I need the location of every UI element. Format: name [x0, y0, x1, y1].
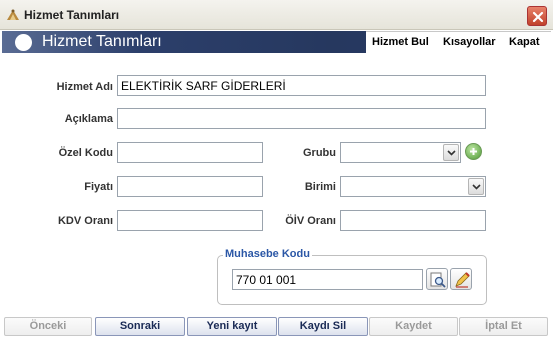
yeni-kayit-button[interactable]: Yeni kayıt [187, 317, 277, 336]
service-form: Hizmet Adı ELEKTİRİK SARF GİDERLERİ Açık… [2, 53, 551, 315]
ozel-kodu-field[interactable] [117, 142, 263, 163]
muhasebe-search-button[interactable] [426, 268, 448, 290]
fiyati-field[interactable] [117, 176, 263, 197]
add-icon [470, 148, 477, 155]
sonraki-button[interactable]: Sonraki [95, 317, 185, 336]
chevron-down-icon [447, 150, 456, 156]
add-group-button[interactable] [465, 143, 482, 160]
window-title: Hizmet Tanımları [24, 8, 120, 22]
header-menu: Hizmet Bul Kısayollar Kapat [366, 31, 551, 53]
birimi-select[interactable] [340, 176, 486, 197]
birimi-label: Birimi [304, 181, 336, 193]
oiv-orani-label: ÖİV Oranı [285, 215, 336, 227]
menu-hizmet-bul[interactable]: Hizmet Bul [372, 36, 429, 48]
page-title: Hizmet Tanımları [42, 33, 162, 50]
aciklama-label: Açıklama [64, 113, 113, 125]
muhasebe-kodu-field[interactable]: 770 01 001 [232, 269, 423, 290]
button-bar: Önceki Sonraki Yeni kayıt Kaydı Sil Kayd… [2, 315, 551, 339]
menu-kapat[interactable]: Kapat [509, 36, 540, 48]
ozel-kodu-label: Özel Kodu [58, 147, 113, 159]
page-header: Hizmet Tanımları Hizmet Bul Kısayollar K… [2, 31, 551, 53]
header-circle-icon [15, 34, 32, 51]
hizmet-adi-label: Hizmet Adı [56, 81, 113, 93]
birimi-dropdown-button[interactable] [468, 178, 484, 195]
fiyati-label: Fiyatı [84, 181, 113, 193]
chevron-down-icon [472, 184, 481, 190]
menu-kisayollar[interactable]: Kısayollar [443, 36, 496, 48]
edit-icon [455, 272, 470, 288]
muhasebe-edit-button[interactable] [450, 268, 472, 290]
grubu-select[interactable] [340, 142, 461, 163]
close-icon [532, 11, 544, 23]
search-icon [430, 272, 446, 288]
grubu-label: Grubu [303, 147, 336, 159]
onceki-button[interactable]: Önceki [4, 317, 92, 336]
grubu-dropdown-button[interactable] [443, 144, 459, 161]
kdv-orani-field[interactable] [117, 210, 263, 231]
kdv-orani-label: KDV Oranı [57, 215, 113, 227]
window-titlebar: Hizmet Tanımları [0, 0, 553, 30]
oiv-orani-field[interactable] [340, 210, 486, 231]
app-icon [5, 8, 21, 22]
hizmet-adi-field[interactable]: ELEKTİRİK SARF GİDERLERİ [117, 75, 486, 96]
aciklama-field[interactable] [117, 108, 486, 129]
kaydet-button[interactable]: Kaydet [369, 317, 458, 336]
kaydi-sil-button[interactable]: Kaydı Sil [278, 317, 368, 336]
muhasebe-legend: Muhasebe Kodu [223, 248, 312, 260]
close-button[interactable] [527, 6, 547, 26]
iptal-et-button[interactable]: İptal Et [459, 317, 548, 336]
